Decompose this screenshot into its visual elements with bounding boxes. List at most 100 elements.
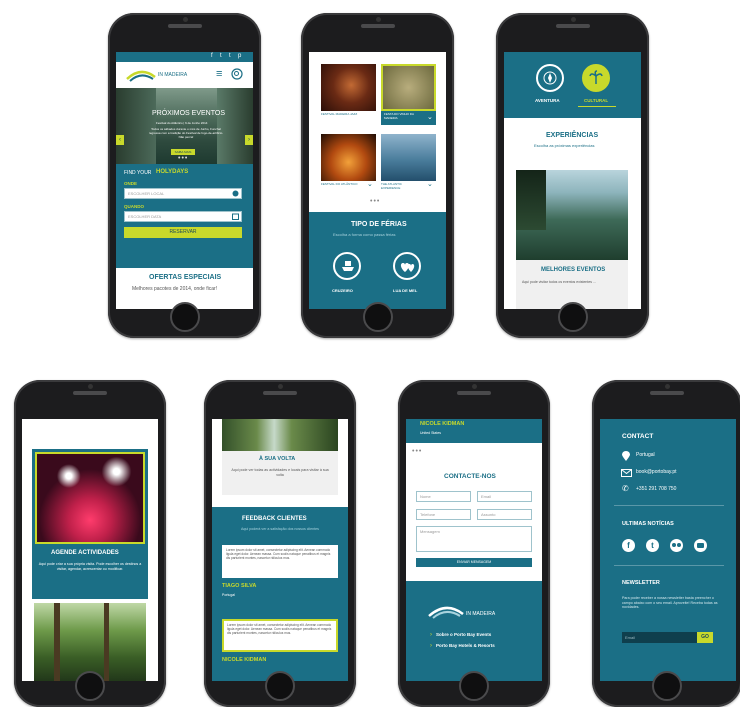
subject-field[interactable]: Assunto: [477, 509, 532, 520]
home-button[interactable]: [75, 671, 105, 701]
home-button[interactable]: [557, 302, 588, 332]
cruise-label[interactable]: CRUZEIRO: [332, 288, 353, 293]
chevron-right-icon: ›: [430, 643, 432, 649]
home-button[interactable]: [265, 671, 295, 701]
speaker: [457, 391, 491, 395]
cruise-option[interactable]: [333, 252, 361, 280]
camera: [665, 384, 670, 389]
best-events-text: Aqui pode visitar todos os eventos exist…: [522, 280, 596, 284]
facebook-icon[interactable]: f: [622, 539, 635, 552]
where-label: ONDE: [124, 181, 138, 186]
footer-link-hotels[interactable]: Porto Bay Hotels & Resorts: [436, 643, 495, 648]
home-button[interactable]: [169, 302, 200, 332]
speaker: [360, 24, 395, 28]
experiences-subtitle: Escolha as próximas experiências: [534, 143, 595, 148]
facebook-icon[interactable]: f: [211, 53, 213, 59]
honeymoon-option[interactable]: [393, 252, 421, 280]
divider: [614, 565, 724, 566]
agenda-title: AGENDE ACTIVIDADES: [51, 550, 119, 556]
search-title-prefix: FIND YOUR: [124, 170, 152, 176]
newsletter-email-input[interactable]: Email: [622, 632, 697, 643]
event-photo-wine[interactable]: [381, 64, 436, 111]
event-label-jazz[interactable]: FESTIVAL MADEIRA JAZZ: [321, 112, 361, 117]
palm-tree-icon: [589, 70, 603, 84]
category-panel: AVENTURA CULTURAL: [504, 52, 641, 118]
mail-icon: [621, 469, 632, 477]
home-button[interactable]: [652, 671, 682, 701]
chevron-down-icon[interactable]: ⌄: [427, 113, 433, 121]
speaker: [650, 391, 684, 395]
name-field[interactable]: Nome: [416, 491, 471, 502]
chevron-down-icon[interactable]: ⌄: [427, 180, 433, 188]
holiday-title: TIPO DE FÉRIAS: [351, 221, 407, 228]
speaker: [263, 391, 297, 395]
holiday-subtitle: Escolha a forma como passa férias: [333, 232, 396, 237]
flickr-icon[interactable]: [670, 539, 683, 552]
pinterest-icon[interactable]: p: [238, 53, 241, 59]
camera: [278, 384, 283, 389]
hero-title: PRÓXIMOS EVENTOS: [152, 110, 225, 117]
calendar-icon[interactable]: [232, 213, 239, 220]
twitter-icon[interactable]: t: [646, 539, 659, 552]
footer: IN MADEIRA › Sobre o Porto Bay Events › …: [406, 581, 542, 681]
tumblr-icon[interactable]: t: [229, 53, 231, 59]
when-input[interactable]: ESCOLHER DATA: [124, 211, 242, 222]
adventure-label[interactable]: AVENTURA: [535, 98, 560, 103]
twitter-icon[interactable]: t: [220, 53, 222, 59]
home-button[interactable]: [362, 302, 393, 332]
feedback-subtitle: Aqui poderá ver a satisfação dos nossos …: [241, 527, 319, 531]
logo-icon: [428, 606, 464, 619]
screen-contact: NICOLE KIDMAN United States ••• CONTACTE…: [406, 419, 542, 681]
pagination-dots[interactable]: •••: [412, 448, 422, 455]
testimonial-name: TIAGO SILVA: [222, 583, 257, 589]
feedback-title: FEEDBACK CLIENTES: [242, 516, 307, 522]
compass-icon: [543, 71, 557, 85]
waterfall-photo[interactable]: [222, 419, 338, 451]
camera: [570, 17, 576, 22]
phone-frame-5: À SUA VOLTA Aqui pode ver todas as activ…: [204, 380, 356, 707]
screen-feedback: À SUA VOLTA Aqui pode ver todas as activ…: [212, 419, 348, 681]
hero-slider: PRÓXIMOS EVENTOS Festival do Atlântico |…: [116, 88, 253, 164]
forest-photo[interactable]: [34, 603, 146, 681]
search-icon[interactable]: [231, 68, 243, 80]
menu-icon[interactable]: ≡: [216, 68, 222, 80]
event-label-wine[interactable]: FESTA DO VINHO DA MADEIRA: [384, 112, 424, 120]
chevron-down-icon[interactable]: ⌄: [367, 180, 373, 188]
event-photo-atlantico[interactable]: [321, 134, 376, 181]
home-button[interactable]: [459, 671, 489, 701]
location-target-icon[interactable]: [232, 190, 239, 197]
email-field[interactable]: Email: [477, 491, 532, 502]
message-field[interactable]: Mensagem: [416, 526, 532, 552]
event-card-wine-highlight: FESTA DO VINHO DA MADEIRA ⌄: [381, 111, 436, 125]
newsletter-go-button[interactable]: GO: [697, 632, 713, 643]
honeymoon-label[interactable]: LUA DE MEL: [393, 288, 417, 293]
slider-next-arrow[interactable]: ›: [245, 135, 253, 145]
contact-email[interactable]: book@portobay.pt: [636, 469, 677, 475]
mountain-photo[interactable]: [516, 170, 628, 260]
phone-frame-4: AGENDE ACTIVIDADES Aqui pode criar a sua…: [14, 380, 166, 707]
fireworks-photo[interactable]: [35, 452, 145, 544]
when-label: QUANDO: [124, 204, 144, 209]
phone-field[interactable]: Telefone: [416, 509, 471, 520]
slider-prev-arrow[interactable]: ‹: [116, 135, 124, 145]
testimonial-quote: Lorem ipsum dolor sit amet, consectetur …: [226, 548, 331, 560]
event-label-experience[interactable]: THE ATLANTIC EXPERIENCE: [381, 182, 421, 190]
event-label-atlantico[interactable]: FESTIVAL DO ATLÂNTICO: [321, 182, 361, 187]
slider-dots[interactable]: •••: [178, 155, 188, 162]
where-input[interactable]: ESCOLHER LOCAL: [124, 188, 242, 199]
event-photo-jazz[interactable]: [321, 64, 376, 111]
holiday-type-panel: TIPO DE FÉRIAS Escolha a forma como pass…: [309, 212, 446, 309]
reserve-button[interactable]: RESERVAR: [124, 227, 242, 238]
footer-link-about[interactable]: Sobre o Porto Bay Events: [436, 632, 491, 637]
pagination-dots[interactable]: •••: [370, 198, 380, 205]
adventure-option[interactable]: [536, 64, 564, 92]
speaker: [73, 391, 107, 395]
send-message-button[interactable]: ENVIAR MENSAGEM: [416, 558, 532, 567]
newsletter-text: Para poder receber a nossa newsletter ba…: [622, 596, 718, 610]
event-photo-experience[interactable]: [381, 134, 436, 181]
cultural-option[interactable]: [582, 64, 610, 92]
youtube-icon[interactable]: [694, 539, 707, 552]
cultural-label[interactable]: CULTURAL: [584, 98, 608, 103]
camera: [375, 17, 381, 22]
hearts-icon: [400, 263, 415, 272]
